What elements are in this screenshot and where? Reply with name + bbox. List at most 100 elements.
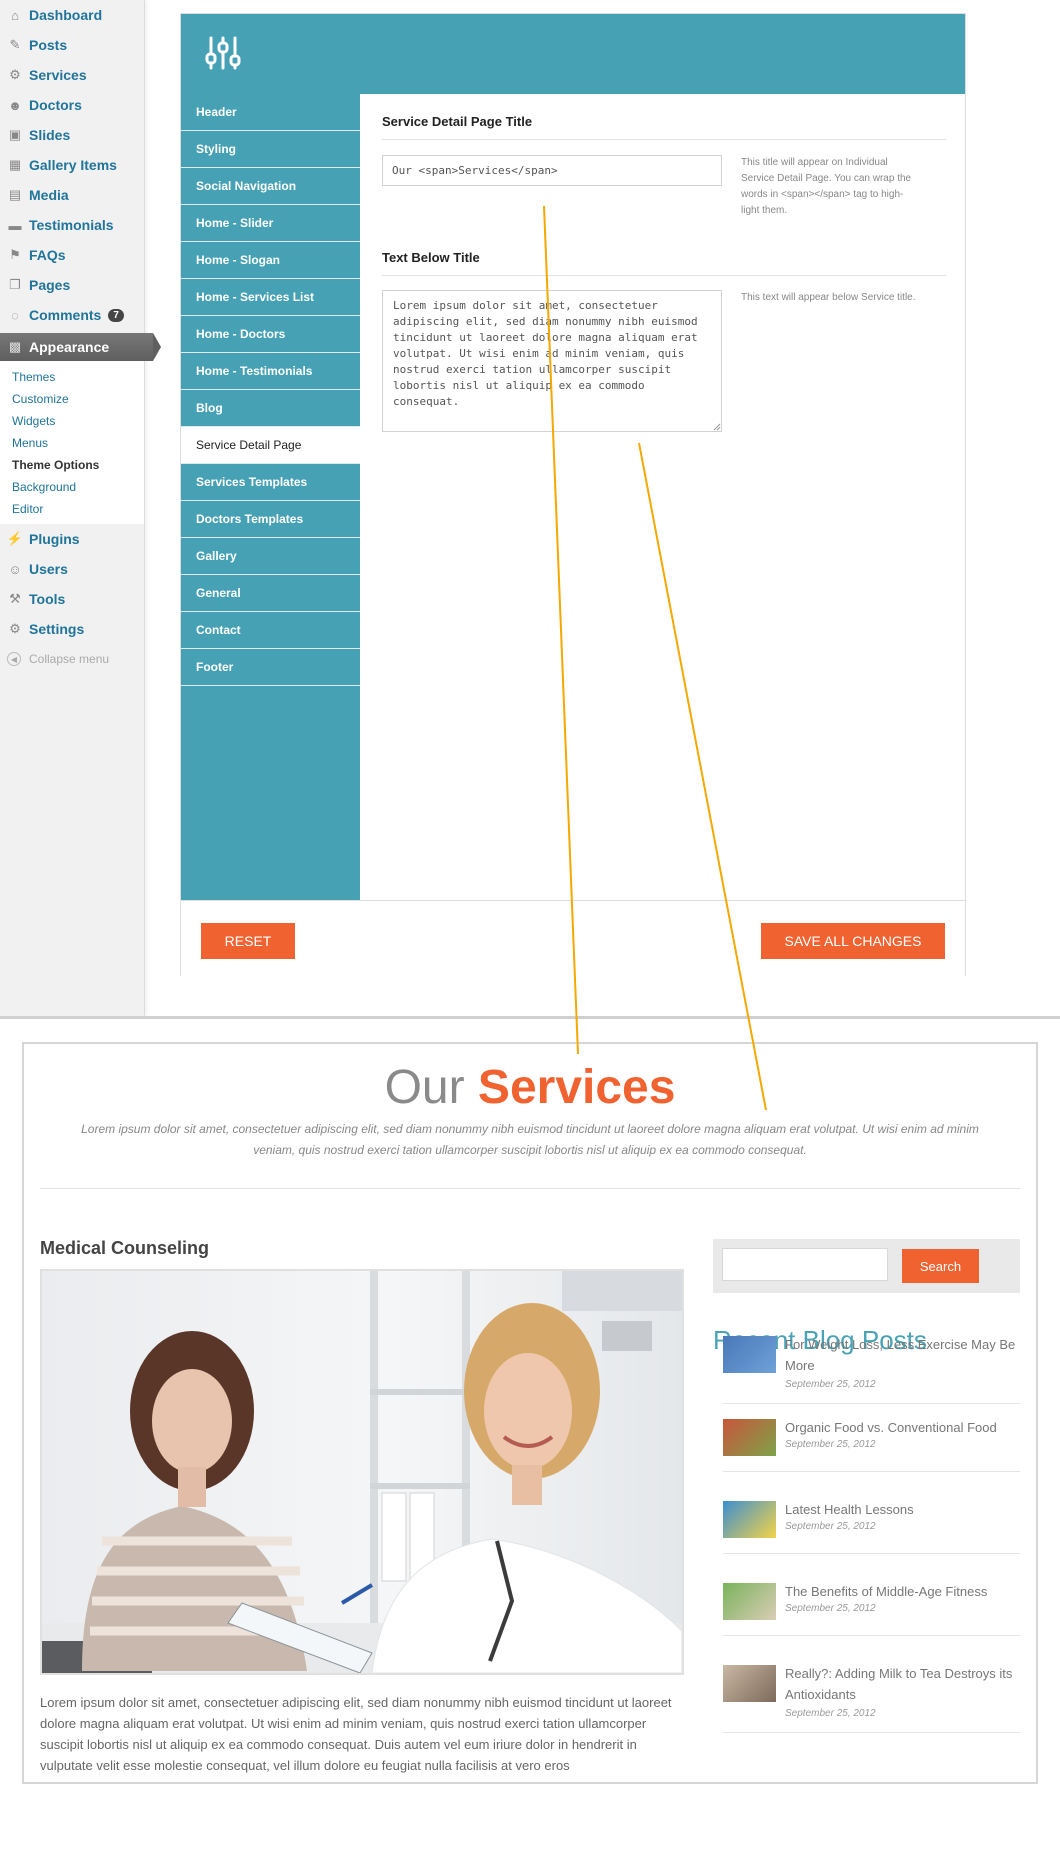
theme-options-panel: Header Styling Social Navigation Home - Sli… — [180, 13, 966, 976]
menu-label: Dashboard — [29, 7, 103, 23]
options-tab-doctors-templates[interactable]: Doctors Templates — [181, 501, 360, 538]
post-thumbnail — [723, 1419, 776, 1456]
menu-gallery-items[interactable]: ▦ Gallery Items — [0, 150, 144, 180]
service-title-input[interactable] — [382, 155, 722, 186]
recent-post-item[interactable]: Organic Food vs. Conventional Food Septem… — [723, 1417, 1020, 1472]
post-title-link[interactable]: For Weight Loss, Less Exercise May Be Mo… — [785, 1334, 1020, 1376]
search-input[interactable] — [722, 1248, 888, 1281]
submenu-theme-options[interactable]: Theme Options — [12, 454, 144, 476]
flag-icon: ⚑ — [9, 247, 21, 262]
submenu-editor[interactable]: Editor — [12, 498, 144, 520]
options-tab-service-detail-page[interactable]: Service Detail Page — [181, 427, 360, 464]
pin-icon: ✎ — [9, 37, 21, 52]
appearance-submenu: Themes Customize Widgets Menus Theme Options… — [0, 361, 144, 524]
options-tab-home-doctors[interactable]: Home - Doctors — [181, 316, 360, 353]
collapse-arrow-icon: ◀ — [7, 652, 21, 666]
post-date: September 25, 2012 — [785, 1708, 876, 1719]
submenu-themes[interactable]: Themes — [12, 366, 144, 388]
options-tab-general[interactable]: General — [181, 575, 360, 612]
options-tab-home-slogan[interactable]: Home - Slogan — [181, 242, 360, 279]
options-tab-header[interactable]: Header — [181, 94, 360, 131]
wp-admin-screen: ⌂ Dashboard ✎ Posts ⚙ Services ☻ Doctors ▣ Slides… — [0, 0, 1060, 1018]
search-button[interactable]: Search — [902, 1249, 979, 1283]
site-preview: Our Services Lorem ipsum dolor sit amet,… — [22, 1042, 1038, 1784]
options-tab-contact[interactable]: Contact — [181, 612, 360, 649]
service-image — [40, 1269, 684, 1675]
post-title-link[interactable]: Organic Food vs. Conventional Food — [785, 1417, 1020, 1438]
page-title-plain: Our — [384, 1061, 465, 1114]
menu-appearance[interactable]: ▩ Appearance — [0, 333, 161, 361]
user-icon: ☺ — [8, 561, 22, 577]
submenu-menus[interactable]: Menus — [12, 432, 144, 454]
options-tab-home-slider[interactable]: Home - Slider — [181, 205, 360, 242]
submenu-background[interactable]: Background — [12, 476, 144, 498]
post-title-link[interactable]: Really?: Adding Milk to Tea Destroys its… — [785, 1663, 1020, 1705]
menu-settings[interactable]: ⚙ Settings — [0, 614, 144, 644]
submenu-customize[interactable]: Customize — [12, 388, 144, 410]
post-date: September 25, 2012 — [785, 1439, 876, 1450]
menu-services[interactable]: ⚙ Services — [0, 60, 144, 90]
post-date: September 25, 2012 — [785, 1603, 876, 1614]
pages-icon: ❐ — [9, 277, 21, 292]
menu-plugins[interactable]: ⚡ Plugins — [0, 524, 144, 554]
recent-post-item[interactable]: Really?: Adding Milk to Tea Destroys its… — [723, 1663, 1020, 1733]
options-tab-gallery[interactable]: Gallery — [181, 538, 360, 575]
gear-icon: ⚙ — [9, 67, 21, 82]
post-thumbnail — [723, 1665, 776, 1702]
options-tab-styling[interactable]: Styling — [181, 131, 360, 168]
speech-bubble-icon: ▬ — [8, 217, 22, 233]
menu-comments[interactable]: ◌ Comments 7 — [0, 300, 144, 330]
options-tab-blog[interactable]: Blog — [181, 390, 360, 427]
menu-label: Plugins — [29, 531, 80, 547]
options-tab-home-services-list[interactable]: Home - Services List — [181, 279, 360, 316]
plug-icon: ⚡ — [6, 531, 24, 546]
wrench-icon: ⚒ — [9, 591, 21, 606]
collapse-menu[interactable]: ◀ Collapse menu — [0, 644, 144, 674]
options-tab-services-templates[interactable]: Services Templates — [181, 464, 360, 501]
resize-grip-icon[interactable] — [713, 423, 721, 431]
menu-users[interactable]: ☺ Users — [0, 554, 144, 584]
recent-post-item[interactable]: For Weight Loss, Less Exercise May Be Mo… — [723, 1334, 1020, 1404]
search-widget: Search — [713, 1239, 1020, 1293]
panel-header — [181, 14, 965, 94]
menu-label: Testimonials — [29, 217, 114, 233]
options-tab-footer[interactable]: Footer — [181, 649, 360, 686]
menu-label: FAQs — [29, 247, 66, 263]
field-title-text-below: Text Below Title — [382, 250, 946, 276]
post-date: September 25, 2012 — [785, 1379, 876, 1390]
post-thumbnail — [723, 1501, 776, 1538]
options-tab-social-navigation[interactable]: Social Navigation — [181, 168, 360, 205]
menu-doctors[interactable]: ☻ Doctors — [0, 90, 144, 120]
post-title-link[interactable]: The Benefits of Middle-Age Fitness — [785, 1581, 1020, 1602]
page-title: Our Services — [24, 1058, 1036, 1118]
section-divider — [0, 1016, 1060, 1019]
page: ⌂ Dashboard ✎ Posts ⚙ Services ☻ Doctors ▣ Slides… — [0, 0, 1060, 1876]
menu-dashboard[interactable]: ⌂ Dashboard — [0, 0, 144, 30]
menu-media[interactable]: ▤ Media — [0, 180, 144, 210]
field-title-service-detail: Service Detail Page Title — [382, 114, 946, 140]
options-tab-home-testimonials[interactable]: Home - Testimonials — [181, 353, 360, 390]
divider — [40, 1188, 1020, 1189]
submenu-widgets[interactable]: Widgets — [12, 410, 144, 432]
menu-slides[interactable]: ▣ Slides — [0, 120, 144, 150]
recent-post-item[interactable]: The Benefits of Middle-Age Fitness Septem… — [723, 1581, 1020, 1636]
page-title-highlight: Services — [477, 1061, 676, 1114]
post-title-link[interactable]: Latest Health Lessons — [785, 1499, 1020, 1520]
menu-pages[interactable]: ❐ Pages — [0, 270, 144, 300]
save-all-changes-button[interactable]: SAVE ALL CHANGES — [761, 923, 945, 959]
menu-testimonials[interactable]: ▬ Testimonials — [0, 210, 144, 240]
dashboard-icon: ⌂ — [11, 7, 19, 23]
reset-button[interactable]: RESET — [201, 923, 295, 959]
settings-icon: ⚙ — [9, 621, 21, 636]
text-below-title-textarea[interactable]: Lorem ipsum dolor sit amet, consectetuer… — [382, 290, 722, 432]
menu-faqs[interactable]: ⚑ FAQs — [0, 240, 144, 270]
field-desc-text-below: This text will appear below Service titl… — [741, 292, 916, 303]
menu-posts[interactable]: ✎ Posts — [0, 30, 144, 60]
recent-post-item[interactable]: Latest Health Lessons September 25, 2012 — [723, 1499, 1020, 1554]
panel-footer: RESET SAVE ALL CHANGES — [181, 900, 965, 976]
menu-label: Media — [29, 187, 69, 203]
comment-icon: ◌ — [11, 307, 19, 323]
sliders-icon — [205, 36, 241, 70]
menu-label: Users — [29, 561, 68, 577]
menu-tools[interactable]: ⚒ Tools — [0, 584, 144, 614]
